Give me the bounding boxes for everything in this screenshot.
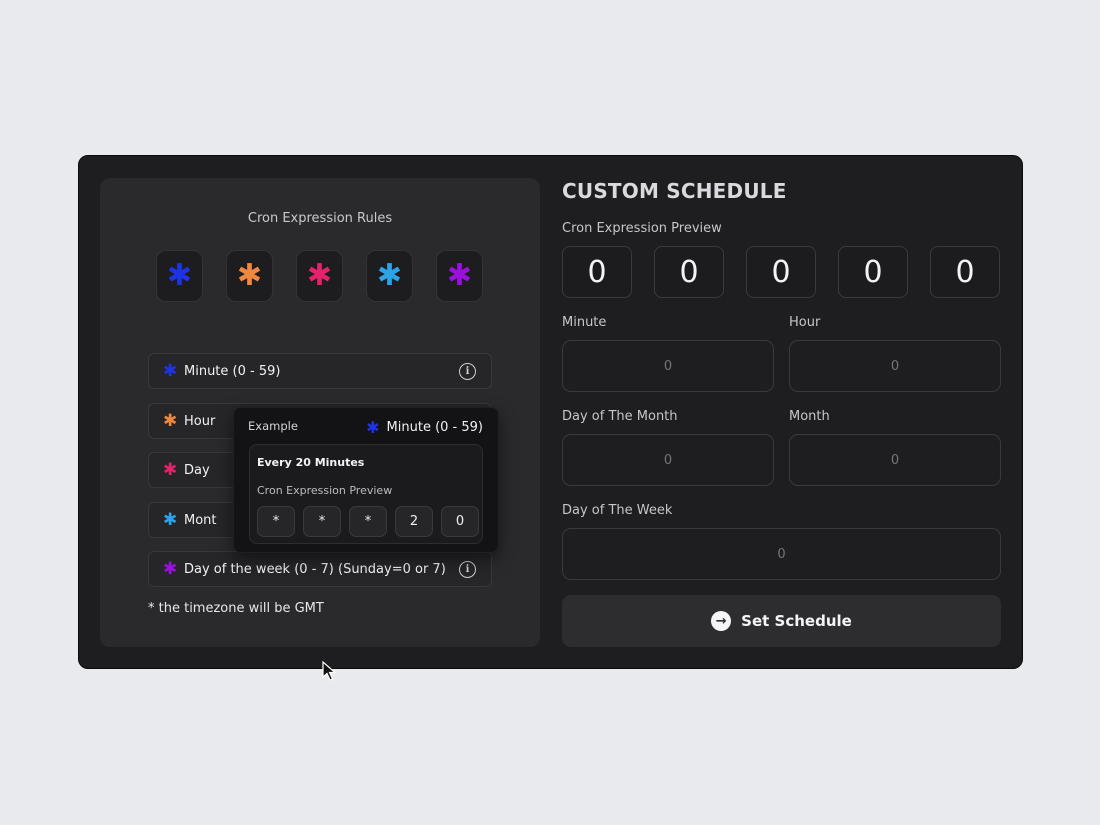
rule-minute[interactable]: ✱ Minute (0 - 59) i [148,353,492,389]
rule-star-list: ✱ ✱ ✱ ✱ ✱ [156,250,483,302]
rule-day-of-week[interactable]: ✱ Day of the week (0 - 7) (Sunday=0 or 7… [148,551,492,587]
rule-label: Day [184,462,210,478]
day-of-week-input[interactable] [562,528,1001,580]
tooltip-cell: * [257,506,295,537]
day-of-month-label: Day of The Month [562,409,678,424]
tooltip-card-title: Every 20 Minutes [257,456,365,469]
tooltip-field: ✱ Minute (0 - 59) [366,418,483,437]
preview-digit: 0 [838,246,908,298]
tooltip-cell: 0 [441,506,479,537]
tooltip-card-subtitle: Cron Expression Preview [257,484,393,497]
tooltip-example-label: Example [248,419,298,433]
mouse-cursor-icon [322,661,337,681]
month-label: Month [789,409,830,424]
custom-schedule-window: Cron Expression Rules ✱ ✱ ✱ ✱ ✱ ✱ Minute… [78,155,1023,669]
asterisk-icon: ✱ [163,510,178,530]
weekday-star-button[interactable]: ✱ [436,250,483,302]
cron-preview: 0 0 0 0 0 [562,246,1000,298]
day-of-month-input[interactable] [562,434,774,486]
asterisk-icon: ✱ [163,361,178,381]
asterisk-icon: ✱ [236,258,263,293]
asterisk-icon: ✱ [306,258,333,293]
tooltip-cell: 2 [395,506,433,537]
preview-digit: 0 [654,246,724,298]
preview-digit: 0 [930,246,1000,298]
hour-star-button[interactable]: ✱ [226,250,273,302]
minute-star-button[interactable]: ✱ [156,250,203,302]
day-of-week-label: Day of The Week [562,503,673,518]
asterisk-icon: ✱ [163,559,178,579]
tooltip-preview-cells: * * * 2 0 [257,506,479,537]
tooltip-cell: * [349,506,387,537]
hour-input[interactable] [789,340,1001,392]
hour-label: Hour [789,315,821,330]
day-star-button[interactable]: ✱ [296,250,343,302]
example-tooltip: Example ✱ Minute (0 - 59) Every 20 Minut… [233,407,499,553]
minute-label: Minute [562,315,607,330]
preview-digit: 0 [746,246,816,298]
rule-label: Mont [184,512,217,528]
info-icon[interactable]: i [459,363,476,380]
asterisk-icon: ✱ [166,258,193,293]
cron-rules-panel: Cron Expression Rules ✱ ✱ ✱ ✱ ✱ ✱ Minute… [100,178,540,647]
asterisk-icon: ✱ [376,258,403,293]
rules-title: Cron Expression Rules [247,211,393,226]
arrow-right-icon: → [711,611,732,631]
info-icon[interactable]: i [459,561,476,578]
asterisk-icon: ✱ [163,411,178,431]
asterisk-icon: ✱ [366,418,380,437]
preview-label: Cron Expression Preview [562,221,722,236]
rule-label: Hour [184,413,216,429]
set-schedule-button[interactable]: → Set Schedule [562,595,1001,647]
asterisk-icon: ✱ [163,460,178,480]
page-title: CUSTOM SCHEDULE [562,179,787,203]
tooltip-cell: * [303,506,341,537]
asterisk-icon: ✱ [446,258,473,293]
set-schedule-label: Set Schedule [741,612,852,630]
rule-label: Day of the week (0 - 7) (Sunday=0 or 7) [184,561,446,577]
tooltip-example-card: Every 20 Minutes Cron Expression Preview… [249,444,483,544]
minute-input[interactable] [562,340,774,392]
month-input[interactable] [789,434,1001,486]
timezone-note: * the timezone will be GMT [148,601,324,616]
preview-digit: 0 [562,246,632,298]
rule-label: Minute (0 - 59) [184,363,281,379]
tooltip-field-label: Minute (0 - 59) [386,420,483,435]
month-star-button[interactable]: ✱ [366,250,413,302]
